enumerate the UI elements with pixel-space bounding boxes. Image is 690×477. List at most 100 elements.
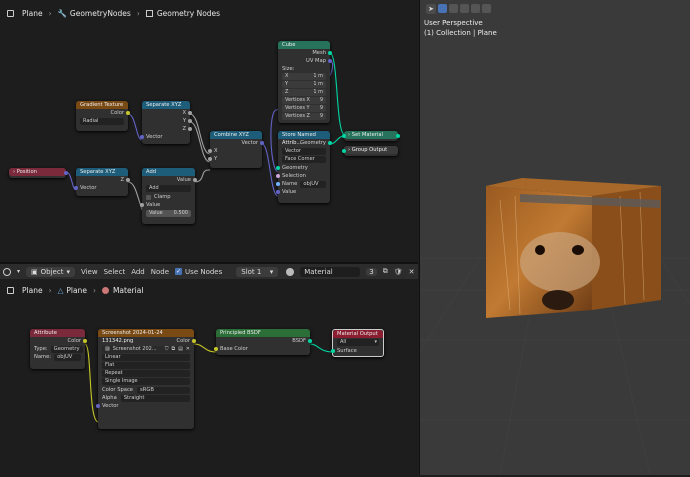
y-output: Y: [142, 117, 192, 125]
gradient-texture-node[interactable]: Gradient Texture Color Radial: [76, 101, 130, 131]
close-icon[interactable]: ✕: [186, 346, 190, 353]
vertices-z-field[interactable]: Vertices Z9: [282, 113, 326, 120]
output-socket[interactable]: [192, 339, 196, 343]
target-dropdown[interactable]: All ▾: [337, 339, 379, 346]
attribute-type-dropdown[interactable]: Geometry: [50, 345, 83, 353]
z-output: Z: [142, 125, 192, 133]
separate-xyz-node[interactable]: Separate XYZ Z Vector: [74, 168, 130, 196]
size-y-field[interactable]: Y1 m: [282, 81, 326, 88]
input-socket[interactable]: [140, 135, 144, 139]
output-socket[interactable]: [188, 127, 192, 131]
output-socket[interactable]: [126, 178, 130, 182]
checkbox-icon[interactable]: [146, 194, 151, 200]
node-header: Gradient Texture: [76, 101, 128, 109]
node-header: Principled BSDF: [216, 329, 310, 337]
color-output: Color: [98, 337, 196, 345]
input-socket[interactable]: [276, 174, 280, 178]
duplicate-icon[interactable]: ⧉: [171, 346, 175, 353]
y-input: Y: [208, 155, 262, 163]
x-input: X: [208, 147, 262, 155]
store-named-attribute-node[interactable]: Store Named Attrib... Geometry Vector Fa…: [276, 131, 332, 203]
output-socket[interactable]: [193, 178, 197, 182]
alpha-dropdown[interactable]: Straight: [120, 394, 190, 402]
combine-xyz-node[interactable]: Combine XYZ Vector X Y: [208, 131, 264, 168]
set-material-node[interactable]: › Set Material: [342, 131, 400, 141]
base-color-input: Base Color: [214, 345, 310, 353]
output-socket[interactable]: [396, 134, 400, 138]
input-socket[interactable]: [208, 157, 212, 161]
alpha-row: Alpha Straight: [98, 394, 194, 402]
principled-bsdf-node[interactable]: Principled BSDF BSDF Base Color: [214, 329, 312, 355]
input-socket[interactable]: [140, 203, 144, 207]
input-socket[interactable]: [96, 404, 100, 408]
value-input: Value: [140, 201, 195, 209]
input-socket[interactable]: [214, 347, 218, 351]
node-header: › Set Material: [344, 131, 398, 139]
input-socket[interactable]: [342, 149, 346, 153]
output-socket[interactable]: [308, 339, 312, 343]
3d-viewport[interactable]: ➤ User Perspective (1) Collection | Plan…: [419, 0, 690, 475]
data-type-dropdown[interactable]: Vector: [282, 148, 326, 155]
node-header: Combine XYZ: [210, 131, 262, 139]
input-socket[interactable]: [276, 182, 280, 186]
input-socket[interactable]: [276, 166, 280, 170]
node-header: Attribute: [30, 329, 85, 337]
uvmap-output: UV Map: [278, 57, 332, 65]
attribute-node[interactable]: Attribute Color Type: Geometry Name: objUV: [30, 329, 87, 369]
node-header: Add: [142, 168, 195, 176]
size-z-field[interactable]: Z1 m: [282, 89, 326, 96]
textured-cube[interactable]: [486, 178, 661, 318]
name-row: Name: objUV: [30, 353, 85, 361]
z-output: Z: [76, 176, 130, 184]
input-socket[interactable]: [276, 190, 280, 194]
chevron-right-icon: ›: [348, 132, 351, 138]
folder-icon[interactable]: ▤: [178, 346, 183, 353]
projection-dropdown[interactable]: Flat: [102, 362, 190, 369]
material-output-node[interactable]: Material Output All ▾ Surface: [331, 329, 384, 357]
image-selector[interactable]: ▨ Screenshot 202... ⛉ ⧉ ▤ ✕: [102, 346, 190, 353]
vector-input: Vector: [96, 402, 194, 410]
output-socket[interactable]: [328, 141, 332, 145]
output-socket[interactable]: [83, 339, 87, 343]
vector-output: Vector: [210, 139, 264, 147]
output-socket[interactable]: [188, 111, 192, 115]
input-socket[interactable]: [331, 349, 335, 353]
size-x-field[interactable]: X1 m: [282, 73, 326, 80]
vertices-x-field[interactable]: Vertices X9: [282, 97, 326, 104]
output-socket[interactable]: [328, 59, 332, 63]
output-socket[interactable]: [260, 141, 264, 145]
value-field[interactable]: Value 0.500: [146, 210, 191, 217]
image-texture-node[interactable]: Screenshot 2024-01-24 131342.png Color ▨…: [96, 329, 196, 429]
group-output-node[interactable]: › Group Output: [342, 146, 398, 156]
interpolation-dropdown[interactable]: Linear: [102, 354, 190, 361]
gradient-type-dropdown[interactable]: Radial: [80, 118, 124, 125]
extension-dropdown[interactable]: Repeat: [102, 370, 190, 377]
operation-dropdown[interactable]: Add: [146, 185, 191, 192]
name-field[interactable]: objUV: [300, 180, 326, 188]
clamp-checkbox[interactable]: Clamp: [142, 193, 195, 201]
x-output: X: [142, 109, 192, 117]
geometry-node-editor[interactable]: Plane › 🔧 GeometryNodes › Geometry Nodes…: [0, 0, 418, 262]
color-output: Color: [30, 337, 87, 345]
cube-node[interactable]: Cube Mesh UV Map Size: X1 m Y1 m Z1 m Ve…: [278, 41, 332, 123]
vertices-y-field[interactable]: Vertices Y9: [282, 105, 326, 112]
color-space-dropdown[interactable]: sRGB: [137, 386, 190, 394]
separate-xyz-node[interactable]: Separate XYZ X Y Z Vector: [140, 101, 192, 144]
input-socket[interactable]: [208, 149, 212, 153]
input-socket[interactable]: [74, 186, 78, 190]
value-output: Value: [142, 176, 197, 184]
domain-dropdown[interactable]: Face Corner: [282, 156, 326, 163]
size-label: Size:: [282, 66, 295, 72]
position-node[interactable]: › Position: [9, 168, 68, 178]
output-socket[interactable]: [126, 111, 130, 115]
shader-editor[interactable]: ▾ ▣ Object ▾ View Select Add Node ✓ Use Nod…: [0, 262, 418, 475]
output-socket[interactable]: [188, 119, 192, 123]
math-add-node[interactable]: Add Value Add Clamp Value Value 0.500: [140, 168, 197, 224]
shield-icon[interactable]: ⛉: [165, 346, 169, 353]
output-socket[interactable]: [64, 171, 68, 175]
input-socket[interactable]: [342, 134, 346, 138]
source-dropdown[interactable]: Single Image: [102, 378, 190, 385]
output-socket[interactable]: [328, 51, 332, 55]
link: [189, 113, 211, 155]
attribute-name-field[interactable]: objUV: [54, 353, 81, 361]
